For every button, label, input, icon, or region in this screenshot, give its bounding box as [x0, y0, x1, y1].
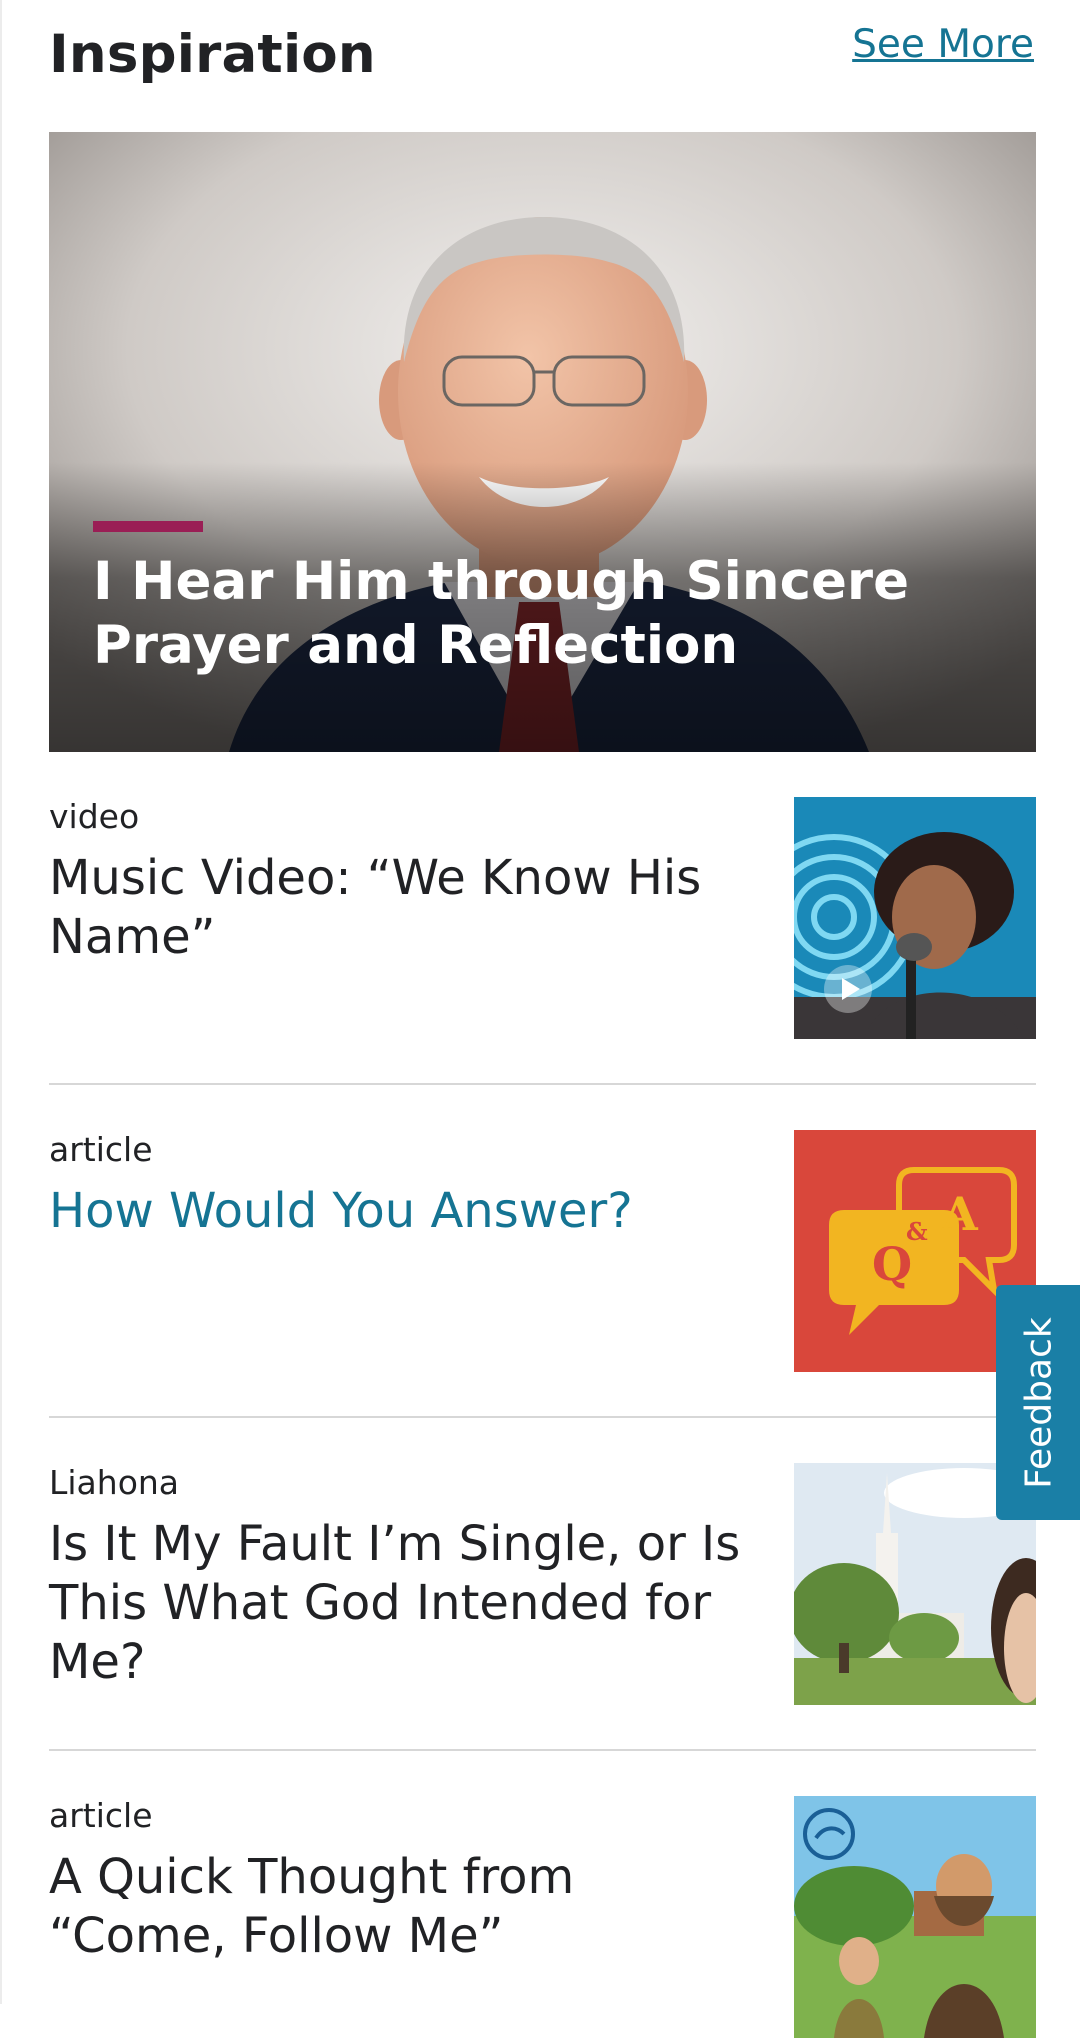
item-category: video	[49, 797, 140, 836]
section-header: Inspiration See More	[49, 18, 1034, 98]
item-title[interactable]: Music Video: “We Know His Name”	[49, 849, 749, 967]
list-item[interactable]: video Music Video: “We Know His Name”	[49, 797, 1036, 1039]
svg-text:&: &	[906, 1217, 928, 1246]
list-item[interactable]: article How Would You Answer? Q & A	[49, 1130, 1036, 1372]
page: Inspiration See More I Hear Him through …	[0, 0, 1080, 2038]
svg-text:A: A	[941, 1187, 979, 1241]
item-category: article	[49, 1130, 153, 1169]
item-category: article	[49, 1796, 153, 1835]
divider	[49, 1083, 1036, 1085]
hero-accent-bar	[93, 521, 203, 532]
illustration-thumbnail-image	[794, 1796, 1036, 2038]
hero-card[interactable]: I Hear Him through Sincere Prayer and Re…	[49, 132, 1036, 752]
hero-title[interactable]: I Hear Him through Sincere Prayer and Re…	[93, 550, 973, 678]
item-thumbnail[interactable]	[794, 1796, 1036, 2038]
divider	[49, 1416, 1036, 1418]
list-item[interactable]: article A Quick Thought from “Come, Foll…	[49, 1796, 1036, 2038]
divider	[49, 1749, 1036, 1751]
feedback-label: Feedback	[1018, 1316, 1060, 1489]
list-item[interactable]: Liahona Is It My Fault I’m Single, or Is…	[49, 1463, 1036, 1705]
feedback-tab[interactable]: Feedback	[996, 1285, 1080, 1520]
play-icon[interactable]	[824, 965, 872, 1013]
item-title[interactable]: How Would You Answer?	[49, 1182, 749, 1241]
see-more-link[interactable]: See More	[852, 22, 1034, 67]
item-title[interactable]: A Quick Thought from “Come, Follow Me”	[49, 1848, 749, 1966]
item-title[interactable]: Is It My Fault I’m Single, or Is This Wh…	[49, 1515, 749, 1692]
item-thumbnail[interactable]	[794, 797, 1036, 1039]
section-title: Inspiration	[49, 24, 376, 85]
item-category: Liahona	[49, 1463, 180, 1502]
